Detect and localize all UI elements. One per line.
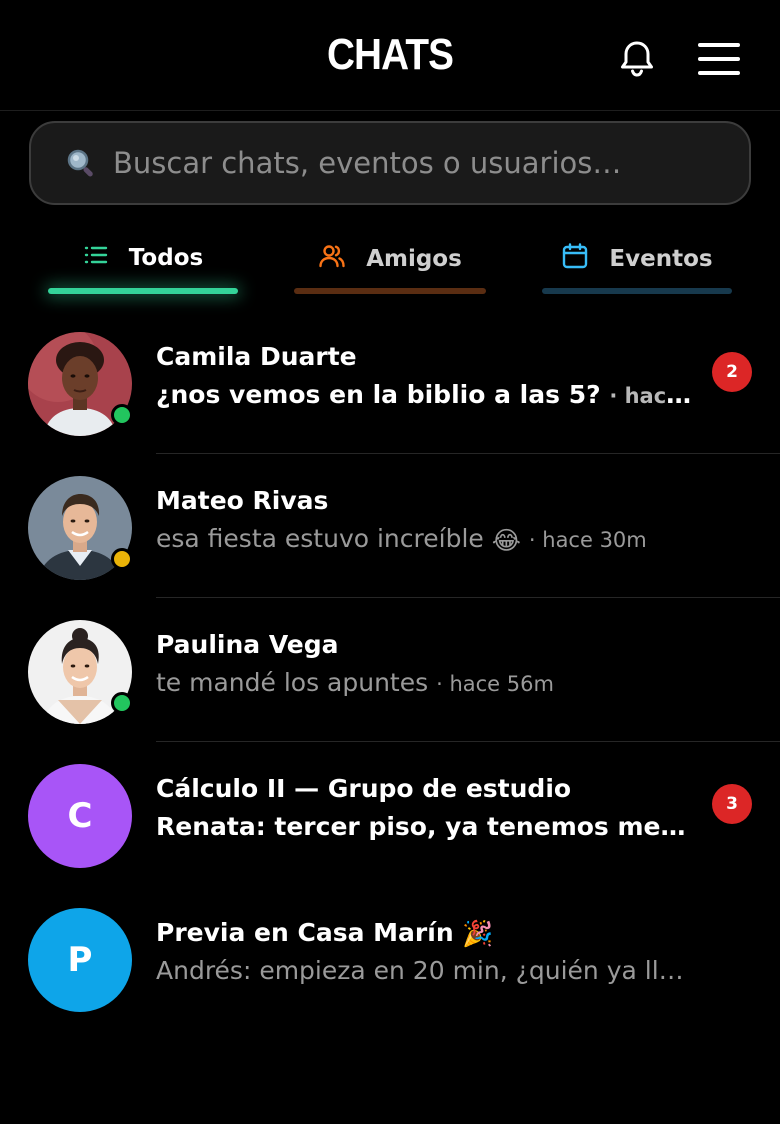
chat-preview: ¿nos vemos en la biblio a las 5? · hace … — [156, 380, 696, 409]
preview-text: te mandé los apuntes — [156, 668, 429, 697]
group-avatar: C — [28, 764, 132, 868]
users-icon — [318, 242, 346, 276]
laughing-emoji-icon: 😂 — [491, 525, 521, 555]
calendar-icon — [561, 242, 589, 276]
preview-text: esa fiesta estuvo increíble — [156, 524, 484, 553]
chat-name: Previa en Casa Marín 🎉 — [156, 918, 493, 949]
chat-row[interactable]: P Previa en Casa Marín 🎉 Andrés: empieza… — [0, 886, 780, 1030]
chat-preview: te mandé los apuntes · hace 56m — [156, 668, 554, 697]
unread-badge: 2 — [712, 352, 752, 392]
chat-name: Paulina Vega — [156, 630, 339, 659]
chat-name-text: Previa en Casa Marín — [156, 918, 454, 947]
tab-indicator — [48, 288, 238, 294]
tab-amigos[interactable]: Amigos — [294, 230, 486, 300]
tab-label: Eventos — [609, 246, 713, 272]
tab-label: Amigos — [366, 246, 462, 272]
chat-preview: Andrés: empieza en 20 min, ¿quién ya ll… — [156, 956, 684, 985]
online-status-dot — [111, 404, 133, 426]
tab-indicator — [294, 288, 486, 294]
bell-icon[interactable] — [616, 38, 658, 80]
tab-indicator — [542, 288, 732, 294]
chat-name: Cálculo II — Grupo de estudio — [156, 774, 572, 803]
hamburger-menu-icon[interactable] — [696, 40, 742, 78]
top-bar: CHATS — [0, 0, 780, 111]
unread-badge: 3 — [712, 784, 752, 824]
chat-name: Mateo Rivas — [156, 486, 329, 515]
search-input[interactable] — [113, 146, 713, 180]
chat-name: Camila Duarte — [156, 342, 357, 371]
event-avatar: P — [28, 908, 132, 1012]
search-icon — [65, 147, 97, 179]
chat-row[interactable]: Paulina Vega te mandé los apuntes · hace… — [0, 598, 780, 742]
search-bar[interactable] — [29, 121, 751, 205]
online-status-dot — [111, 692, 133, 714]
chat-row[interactable]: Mateo Rivas esa fiesta estuvo increíble … — [0, 454, 780, 598]
preview-text: ¿nos vemos en la biblio a las 5? — [156, 380, 601, 409]
chat-row[interactable]: Camila Duarte ¿nos vemos en la biblio a … — [0, 310, 780, 454]
list-icon — [83, 242, 109, 274]
chat-preview: Renata: tercer piso, ya tenemos mes… — [156, 812, 696, 841]
tab-eventos[interactable]: Eventos — [542, 230, 732, 300]
tab-todos[interactable]: Todos — [48, 230, 238, 300]
away-status-dot — [111, 548, 133, 570]
chat-row[interactable]: C Cálculo II — Grupo de estudio Renata: … — [0, 742, 780, 886]
timestamp: · hace … — [609, 384, 696, 408]
party-popper-emoji-icon: 🎉 — [462, 919, 494, 948]
tab-label: Todos — [128, 245, 204, 271]
timestamp: · hace 30m — [528, 528, 647, 552]
chat-preview: esa fiesta estuvo increíble 😂 · hace 30m — [156, 524, 647, 555]
timestamp: · hace 56m — [436, 672, 554, 696]
